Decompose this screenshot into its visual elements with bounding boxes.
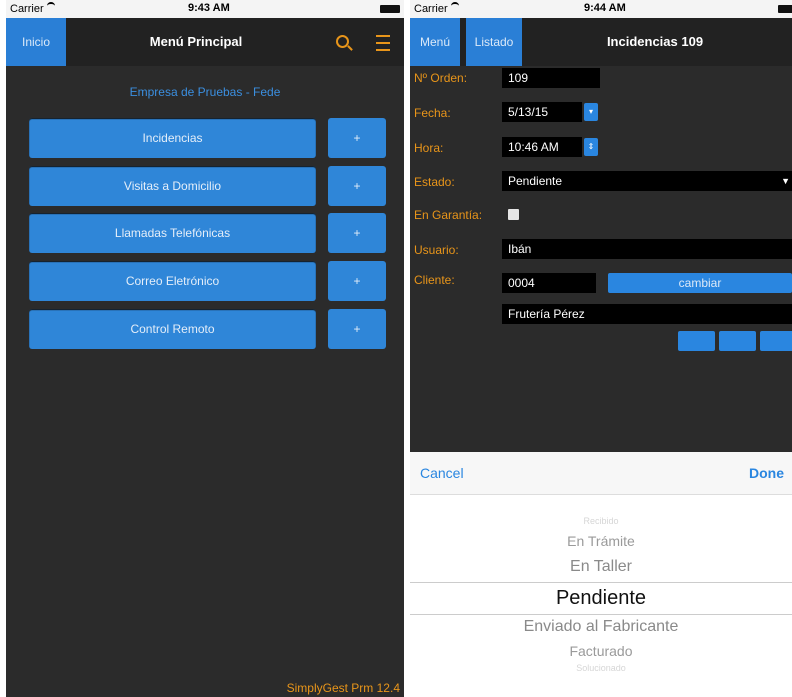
status-time: 9:44 AM <box>584 2 626 14</box>
list-button[interactable]: Listado <box>466 18 522 66</box>
order-number-field[interactable]: 109 <box>502 68 600 88</box>
picker-selection-top-line <box>410 582 792 583</box>
wifi-icon <box>46 2 55 10</box>
home-button[interactable]: Inicio <box>6 18 66 66</box>
chevron-down-icon: ▼ <box>781 176 790 186</box>
wifi-icon <box>450 2 459 10</box>
picker-option[interactable]: En Trámite <box>410 533 792 549</box>
picker-option[interactable]: Recibido <box>410 516 792 526</box>
status-time: 9:43 AM <box>188 2 230 14</box>
action-button-3[interactable] <box>760 331 792 351</box>
order-label: Nº Orden: <box>414 71 468 85</box>
state-select[interactable]: Pendiente ▼ <box>502 171 792 191</box>
menu-button[interactable]: Menú <box>410 18 460 66</box>
add-llamada-button[interactable]: + <box>328 213 386 253</box>
date-label: Fecha: <box>414 106 451 120</box>
date-picker-icon[interactable]: ▾ <box>584 103 598 121</box>
company-name: Empresa de Pruebas - Fede <box>129 85 281 99</box>
action-button-1[interactable] <box>678 331 715 351</box>
app-version-footer: SimplyGest Prm 12.4 <box>286 681 400 695</box>
add-incidencia-button[interactable]: + <box>328 118 386 158</box>
menu-item-llamadas[interactable]: Llamadas Telefónicas <box>29 213 316 253</box>
user-label: Usuario: <box>414 243 459 257</box>
client-label: Cliente: <box>414 273 455 287</box>
battery-icon <box>778 5 792 13</box>
main-menu-screen: Carrier 9:43 AM Inicio Menú Principal Em… <box>6 0 404 697</box>
incidencia-detail-screen: Carrier 9:44 AM Menú Listado Incidencias… <box>410 0 792 697</box>
page-title: Incidencias 109 <box>606 34 704 49</box>
warranty-label: En Garantía: <box>414 208 483 222</box>
client-name-field[interactable]: Frutería Pérez <box>502 304 792 324</box>
picker-option[interactable]: Solucionado <box>410 663 792 673</box>
picker-option[interactable]: En Taller <box>410 558 792 576</box>
change-client-button[interactable]: cambiar <box>608 273 792 293</box>
client-code-field[interactable]: 0004 <box>502 273 596 293</box>
date-field[interactable]: 5/13/15 <box>502 102 582 122</box>
add-correo-button[interactable]: + <box>328 261 386 301</box>
menu-item-control-remoto[interactable]: Control Remoto <box>29 309 316 349</box>
picker-selection-bottom-line <box>410 614 792 615</box>
page-title: Menú Principal <box>149 34 243 49</box>
time-field[interactable]: 10:46 AM <box>502 137 582 157</box>
menu-item-visitas[interactable]: Visitas a Domicilio <box>29 166 316 206</box>
action-button-2[interactable] <box>719 331 756 351</box>
warranty-checkbox[interactable] <box>508 209 519 220</box>
hamburger-icon[interactable] <box>376 35 390 51</box>
carrier-label: Carrier <box>10 2 55 15</box>
add-visita-button[interactable]: + <box>328 166 386 206</box>
search-icon[interactable] <box>336 35 349 48</box>
picker-toolbar: Cancel Done <box>410 452 792 495</box>
carrier-label: Carrier <box>414 2 459 15</box>
state-picker[interactable]: Cancel Done Recibido En Trámite En Talle… <box>410 452 792 697</box>
nav-bar: Menú Listado Incidencias 109 <box>410 18 792 66</box>
state-label: Estado: <box>414 175 455 189</box>
picker-option[interactable]: Enviado al Fabricante <box>410 618 792 636</box>
menu-item-incidencias[interactable]: Incidencias <box>29 118 316 158</box>
time-stepper-icon[interactable]: ⇕ <box>584 138 598 156</box>
user-field[interactable]: Ibán <box>502 239 792 259</box>
picker-selected-option[interactable]: Pendiente <box>410 587 792 610</box>
cancel-button[interactable]: Cancel <box>420 465 464 481</box>
battery-icon <box>380 5 400 13</box>
time-label: Hora: <box>414 141 444 155</box>
nav-bar: Inicio Menú Principal <box>6 18 404 66</box>
add-control-remoto-button[interactable]: + <box>328 309 386 349</box>
status-bar: Carrier 9:44 AM <box>410 0 792 18</box>
picker-option[interactable]: Facturado <box>410 643 792 659</box>
status-bar: Carrier 9:43 AM <box>6 0 404 18</box>
done-button[interactable]: Done <box>749 465 784 481</box>
menu-item-correo[interactable]: Correo Eletrónico <box>29 261 316 301</box>
